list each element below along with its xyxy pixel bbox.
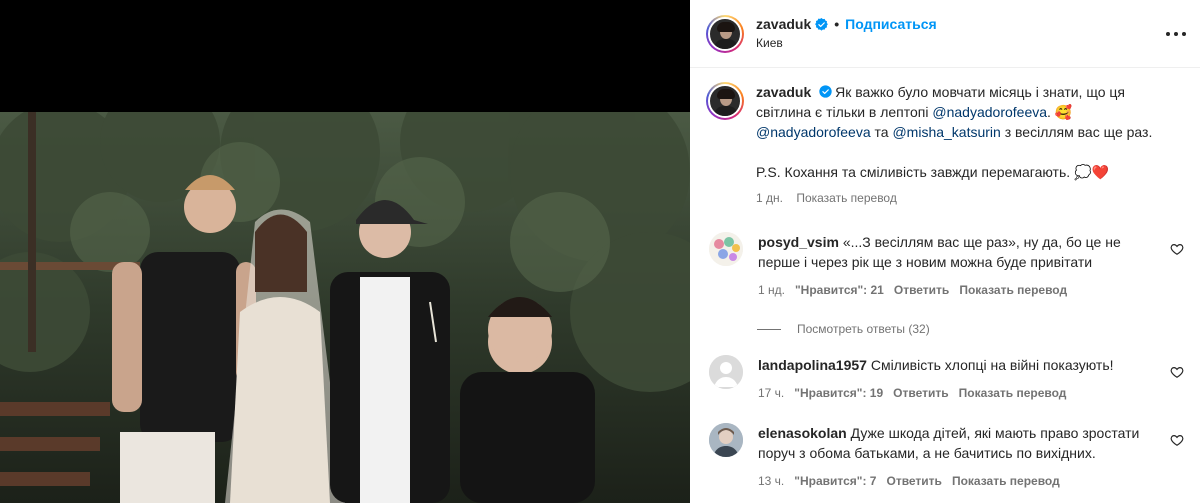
- verified-badge-icon: [815, 18, 829, 31]
- header-text: zavaduk • Подписаться Киев: [756, 16, 937, 52]
- heart-icon[interactable]: [1170, 365, 1184, 379]
- reply-button[interactable]: Ответить: [886, 471, 941, 491]
- commenter-avatar[interactable]: [709, 232, 743, 266]
- follow-button[interactable]: Подписаться: [845, 16, 937, 34]
- instagram-post-view: zavaduk • Подписаться Киев zavaduk Як ва…: [0, 0, 1200, 503]
- reply-button[interactable]: Ответить: [893, 383, 948, 403]
- post-panel: zavaduk • Подписаться Киев zavaduk Як ва…: [690, 0, 1200, 503]
- location-label[interactable]: Киев: [756, 36, 937, 51]
- post-photo[interactable]: [0, 112, 690, 503]
- default-avatar-icon: [709, 355, 743, 389]
- comment-body: posyd_vsim «...З весіллям вас ще раз», н…: [758, 232, 1148, 300]
- caption-translate-button[interactable]: Показать перевод: [796, 191, 897, 205]
- comment-likes[interactable]: "Нравится": 19: [794, 383, 883, 403]
- view-replies-label: Посмотреть ответы (32): [797, 322, 930, 336]
- comment-likes[interactable]: "Нравится": 21: [795, 280, 884, 300]
- translate-button[interactable]: Показать перевод: [952, 471, 1060, 491]
- translate-button[interactable]: Показать перевод: [959, 383, 1067, 403]
- translate-button[interactable]: Показать перевод: [959, 280, 1067, 300]
- comment-time[interactable]: 13 ч.: [758, 471, 784, 491]
- heart-icon[interactable]: [1170, 242, 1184, 256]
- commenter-avatar[interactable]: [709, 423, 743, 457]
- comment-meta: 1 нд. "Нравится": 21 Ответить Показать п…: [758, 280, 1148, 300]
- comments-area[interactable]: zavaduk Як важко було мовчати місяць і з…: [690, 68, 1200, 491]
- avatar-illustration: [709, 423, 743, 457]
- caption-time[interactable]: 1 дн.: [756, 191, 783, 205]
- commenter-username[interactable]: posyd_vsim: [758, 234, 839, 250]
- comment-item: landapolina1957 Сміливість хлопці на вій…: [706, 355, 1184, 403]
- caption-ps: P.S. Кохання та сміливість завжди перема…: [756, 164, 1109, 180]
- replies-divider: [757, 328, 781, 330]
- view-replies-button[interactable]: Посмотреть ответы (32): [757, 322, 1184, 336]
- caption-body-2: . 🥰: [1047, 104, 1073, 120]
- more-options-icon[interactable]: [1166, 24, 1186, 44]
- comment-body: elenasokolan Дуже шкода дітей, які мають…: [758, 423, 1148, 491]
- mention-link[interactable]: @nadyadorofeeva: [756, 124, 871, 140]
- mention-link[interactable]: @misha_katsurin: [892, 124, 1000, 140]
- caption-text: zavaduk Як важко було мовчати місяць і з…: [756, 82, 1166, 208]
- author-username[interactable]: zavaduk: [756, 16, 811, 34]
- caption-author-username[interactable]: zavaduk: [756, 84, 811, 100]
- avatar-illustration: [709, 232, 743, 266]
- wedding-photo-illustration: [0, 112, 690, 503]
- commenter-username[interactable]: landapolina1957: [758, 357, 867, 373]
- author-avatar[interactable]: [706, 14, 744, 53]
- verified-badge-icon: [819, 85, 832, 98]
- comment-time[interactable]: 1 нд.: [758, 280, 785, 300]
- mention-link[interactable]: @nadyadorofeeva: [932, 104, 1047, 120]
- comment-text: Сміливість хлопці на війні показують!: [870, 357, 1114, 373]
- header-row: zavaduk • Подписаться: [756, 16, 937, 34]
- comment-likes[interactable]: "Нравится": 7: [794, 471, 876, 491]
- caption-body-4: з весіллям вас ще раз.: [1000, 124, 1153, 140]
- reply-button[interactable]: Ответить: [894, 280, 949, 300]
- post-header: zavaduk • Подписаться Киев: [690, 0, 1200, 68]
- caption-body-3: та: [870, 124, 893, 140]
- comment-body: landapolina1957 Сміливість хлопці на вій…: [758, 355, 1148, 403]
- comment-meta: 13 ч. "Нравится": 7 Ответить Показать пе…: [758, 471, 1148, 491]
- caption-author-avatar[interactable]: [706, 82, 744, 120]
- commenter-username[interactable]: elenasokolan: [758, 425, 847, 441]
- comment-item: elenasokolan Дуже шкода дітей, які мають…: [706, 423, 1184, 491]
- caption-meta: 1 дн. Показать перевод: [756, 188, 1166, 208]
- commenter-avatar[interactable]: [709, 355, 743, 389]
- heart-icon[interactable]: [1170, 433, 1184, 447]
- comment-meta: 17 ч. "Нравится": 19 Ответить Показать п…: [758, 383, 1148, 403]
- post-caption: zavaduk Як важко було мовчати місяць і з…: [706, 82, 1184, 208]
- comment-time[interactable]: 17 ч.: [758, 383, 784, 403]
- post-media[interactable]: [0, 0, 690, 503]
- comment-item: posyd_vsim «...З весіллям вас ще раз», н…: [706, 232, 1184, 300]
- separator-dot: •: [834, 15, 840, 32]
